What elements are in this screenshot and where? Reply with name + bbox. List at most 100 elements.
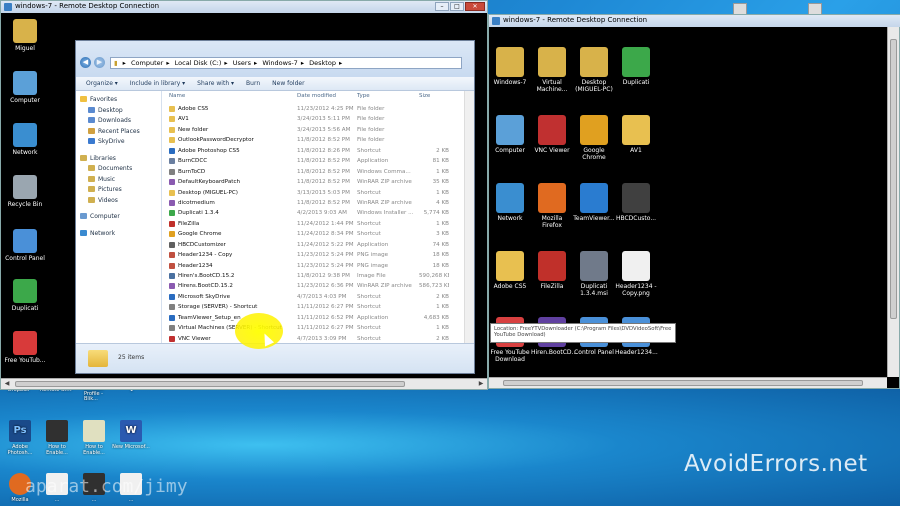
table-row[interactable]: OutlookPasswordDecryptor 11/8/2012 8:52 P… bbox=[163, 135, 474, 145]
scrollbar-thumb[interactable] bbox=[890, 39, 897, 319]
back-button[interactable]: ◀ bbox=[80, 57, 91, 68]
nav-network[interactable]: Network bbox=[76, 229, 161, 240]
table-row[interactable]: Header1234 11/23/2012 5:24 PM PNG image 18 … bbox=[163, 261, 474, 271]
nav-recent-places[interactable]: Recent Places bbox=[76, 127, 161, 138]
table-row[interactable]: Virtual Machines (SERVER) - Shortcut 11/1… bbox=[163, 323, 474, 333]
share-with-button[interactable]: Share with ▾ bbox=[197, 80, 234, 87]
table-row[interactable]: Duplicati 1.3.4 4/2/2013 9:03 AM Windows I… bbox=[163, 208, 474, 218]
rdp1-desktop-icon[interactable]: Network bbox=[1, 123, 49, 156]
nav-downloads[interactable]: Downloads bbox=[76, 116, 161, 127]
scroll-left-arrow-icon[interactable]: ◀ bbox=[2, 380, 12, 388]
nav-favorites[interactable]: Favorites bbox=[76, 95, 161, 106]
rdp2-desktop-icon[interactable]: Google Chrome bbox=[573, 115, 615, 161]
column-header-size[interactable]: Size bbox=[419, 91, 430, 101]
table-row[interactable]: Adobe Photoshop CS5 11/8/2012 8:26 PM Shor… bbox=[163, 146, 474, 156]
nav-videos[interactable]: Videos bbox=[76, 196, 161, 207]
rdp1-desktop-icon[interactable]: Control Panel bbox=[1, 229, 49, 262]
column-header-date[interactable]: Date modified bbox=[297, 91, 336, 101]
minimize-button[interactable]: – bbox=[435, 2, 449, 11]
rdp2-desktop-icon[interactable]: Windows-7 bbox=[489, 47, 531, 86]
rdp-window-1-titlebar[interactable]: windows-7 - Remote Desktop Connection – … bbox=[1, 1, 487, 13]
table-row[interactable]: TeamViewer_Setup_en 11/11/2012 6:52 PM App… bbox=[163, 313, 474, 323]
rdp-window-2-titlebar[interactable]: windows-7 - Remote Desktop Connection bbox=[489, 15, 900, 27]
local-icon-how-to-1[interactable]: How to Enable... bbox=[37, 420, 77, 456]
forward-button[interactable]: ▶ bbox=[94, 57, 105, 68]
table-row[interactable]: New folder 3/24/2013 5:56 AM File folder bbox=[163, 125, 474, 135]
table-row[interactable]: Microsoft SkyDrive 4/7/2013 4:03 PM Shortc… bbox=[163, 292, 474, 302]
scrollbar-thumb[interactable] bbox=[503, 380, 863, 386]
table-row[interactable]: Desktop (MIGUEL-PC) 3/13/2013 5:03 PM Shor… bbox=[163, 188, 474, 198]
address-bar[interactable]: ▮ ▸ Computer ▸ Local Disk (C:) ▸ Users ▸ Wi… bbox=[110, 57, 462, 69]
nav-skydrive[interactable]: SkyDrive bbox=[76, 137, 161, 148]
scrollbar-thumb[interactable] bbox=[15, 381, 405, 387]
nav-documents[interactable]: Documents bbox=[76, 164, 161, 175]
table-row[interactable]: AV1 3/24/2013 5:11 PM File folder bbox=[163, 114, 474, 124]
local-icon-how-to-2[interactable]: How to Enable... bbox=[74, 420, 114, 456]
table-row[interactable]: BurnToCD 11/8/2012 8:52 PM Windows Comma..… bbox=[163, 167, 474, 177]
breadcrumb-desktop[interactable]: Desktop bbox=[309, 59, 336, 67]
burn-button[interactable]: Burn bbox=[246, 80, 260, 87]
rdp1-desktop-icon[interactable]: Free YouTub... bbox=[1, 331, 49, 364]
breadcrumb-local-disk[interactable]: Local Disk (C:) bbox=[175, 59, 222, 67]
rdp2-desktop-icon[interactable]: Desktop (MIGUEL-PC) bbox=[573, 47, 615, 93]
rdp2-desktop-icon[interactable]: Header1234 - Copy.png bbox=[615, 251, 657, 297]
file-size: 3 KB bbox=[436, 231, 449, 238]
table-row[interactable]: DefaultKeyboardPatch 11/8/2012 8:52 PM Win… bbox=[163, 177, 474, 187]
folder-icon bbox=[88, 350, 108, 367]
rdp1-desktop-icon[interactable]: Miguel bbox=[1, 19, 49, 52]
local-icon-word[interactable]: W New Microsof... bbox=[111, 420, 151, 450]
table-row[interactable]: Adobe CS5 11/23/2012 4:25 PM File folder bbox=[163, 104, 474, 114]
horizontal-scrollbar[interactable] bbox=[489, 377, 887, 388]
table-row[interactable]: Hiren's.BootCD.15.2 11/8/2012 9:38 PM Imag… bbox=[163, 271, 474, 281]
rdp1-desktop-icon[interactable]: Recycle Bin bbox=[1, 175, 49, 208]
horizontal-scrollbar[interactable]: ◀ ▶ bbox=[1, 378, 487, 389]
table-row[interactable]: dicotmedium 11/8/2012 8:52 PM WinRAR ZIP a… bbox=[163, 198, 474, 208]
nav-computer[interactable]: Computer bbox=[76, 212, 161, 223]
vertical-scrollbar[interactable] bbox=[887, 27, 899, 377]
explorer-main: Favorites Desktop Downloads Recent Place… bbox=[76, 91, 474, 344]
maximize-button[interactable]: □ bbox=[450, 2, 464, 11]
new-folder-button[interactable]: New folder bbox=[272, 80, 304, 87]
scroll-right-arrow-icon[interactable]: ▶ bbox=[476, 380, 486, 388]
rdp2-desktop-icon[interactable]: HBCDCusto... bbox=[615, 183, 657, 222]
table-row[interactable]: BurnCDCC 11/8/2012 8:52 PM Application 81 K… bbox=[163, 156, 474, 166]
rdp2-desktop-icon[interactable]: VNC Viewer bbox=[531, 115, 573, 154]
table-row[interactable]: Storage (SERVER) - Shortcut 11/11/2012 6:… bbox=[163, 302, 474, 312]
table-row[interactable]: Google Chrome 11/24/2012 8:34 PM Shortcut 3… bbox=[163, 229, 474, 239]
rdp2-desktop-icon[interactable]: AV1 bbox=[615, 115, 657, 154]
rdp2-desktop-icon[interactable]: Mozilla Firefox bbox=[531, 183, 573, 229]
include-in-library-button[interactable]: Include in library ▾ bbox=[130, 80, 185, 87]
table-row[interactable]: Hirens.BootCD.15.2 11/23/2012 6:36 PM WinR… bbox=[163, 281, 474, 291]
nav-music[interactable]: Music bbox=[76, 175, 161, 186]
library-icon bbox=[80, 154, 87, 161]
rdp2-desktop-icon[interactable]: Duplicati bbox=[615, 47, 657, 86]
nav-pictures[interactable]: Pictures bbox=[76, 185, 161, 196]
nav-libraries[interactable]: Libraries bbox=[76, 154, 161, 165]
table-row[interactable]: HBCDCustomizer 11/24/2012 5:22 PM Applicat… bbox=[163, 240, 474, 250]
rdp2-desktop-icon[interactable]: Computer bbox=[489, 115, 531, 154]
column-header-name[interactable]: Name bbox=[169, 91, 185, 101]
table-row[interactable]: FileZilla 11/24/2012 1:44 PM Shortcut 1 KB bbox=[163, 219, 474, 229]
file-type-icon bbox=[169, 147, 175, 154]
rdp2-desktop-icon[interactable]: TeamViewer... bbox=[573, 183, 615, 222]
network-icon bbox=[80, 229, 87, 236]
rdp2-desktop-icon[interactable]: Duplicati 1.3.4.msi bbox=[573, 251, 615, 297]
nav-desktop[interactable]: Desktop bbox=[76, 106, 161, 117]
rdp2-desktop-icon[interactable]: Network bbox=[489, 183, 531, 222]
breadcrumb-computer[interactable]: Computer bbox=[131, 59, 163, 67]
local-icon-photoshop[interactable]: Ps Adobe Photosh... bbox=[0, 420, 40, 456]
rdp-icon bbox=[4, 3, 12, 11]
rdp1-desktop-icon[interactable]: Computer bbox=[1, 71, 49, 104]
rdp2-desktop-icon[interactable]: Adobe CS5 bbox=[489, 251, 531, 290]
table-row[interactable]: Header1234 - Copy 11/23/2012 5:24 PM PNG i… bbox=[163, 250, 474, 260]
rdp1-desktop-icon[interactable]: Duplicati bbox=[1, 279, 49, 312]
column-header-type[interactable]: Type bbox=[357, 91, 370, 101]
vertical-scrollbar[interactable] bbox=[464, 91, 474, 344]
rdp2-desktop-icon[interactable]: Virtual Machine... bbox=[531, 47, 573, 93]
rdp2-desktop-icon[interactable]: FileZilla bbox=[531, 251, 573, 290]
file-size: 18 KB bbox=[432, 262, 449, 269]
breadcrumb-windows7[interactable]: Windows-7 bbox=[262, 59, 298, 67]
organize-button[interactable]: Organize ▾ bbox=[86, 80, 118, 87]
breadcrumb-users[interactable]: Users bbox=[233, 59, 251, 67]
close-button[interactable]: ✕ bbox=[465, 2, 485, 11]
